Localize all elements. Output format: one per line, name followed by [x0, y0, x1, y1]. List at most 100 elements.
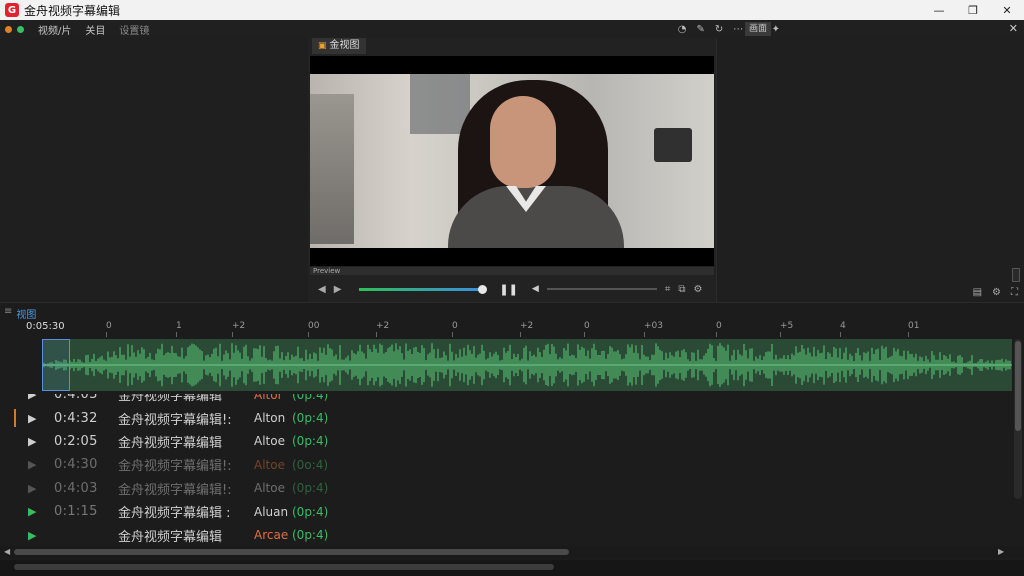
right-panel-tools: ▤ ⚙ ⛶ — [973, 287, 1018, 298]
timeline-panel: ≡ 视图 0:05:30 0 1 +2 00 +2 0 +2 0 +03 0 +5 4 01 ▶ 0:4:… — [0, 302, 1024, 576]
green-dot-icon — [17, 25, 24, 33]
caption-icon[interactable]: ▤ — [973, 287, 982, 298]
row-subtitle-text[interactable]: 金舟视频字幕编辑 : — [118, 502, 231, 521]
screenshot-icon[interactable]: ⧉ — [678, 284, 685, 295]
row-subtitle-text[interactable]: 金舟视频字幕编辑 — [118, 526, 222, 545]
scene-device — [654, 128, 692, 162]
volume-slider[interactable] — [546, 288, 657, 290]
window-titlebar: G 金舟视频字幕编辑 — ❐ ✕ — [0, 0, 1024, 20]
wand-icon[interactable]: ✦ — [772, 24, 780, 35]
row-speaker: Altoe — [254, 481, 285, 496]
more-icon[interactable]: ⋯ — [733, 24, 743, 35]
sync-icon[interactable]: ↻ — [715, 24, 723, 35]
scene-board — [410, 74, 470, 134]
ruler-tick: 0 — [106, 321, 112, 337]
prev-frame-button[interactable]: ◀ — [318, 284, 326, 295]
row-play-icon[interactable]: ▶ — [28, 458, 36, 471]
row-speaker: Arcae — [254, 528, 289, 543]
ruler-tick: 0 — [716, 321, 722, 337]
row-play-icon[interactable]: ▶ — [28, 435, 36, 448]
volume-icon[interactable]: ◀ — [532, 284, 539, 294]
row-speaker: Aluan — [254, 504, 289, 519]
ruler-tick: 4 — [840, 321, 846, 337]
settings-icon[interactable]: ⚙ — [992, 287, 1001, 298]
row-subtitle-text[interactable]: 金舟视频字幕编辑!: — [118, 455, 232, 474]
ruler-tick: +2 — [520, 321, 534, 337]
subtitle-row[interactable]: ▶ 0:4:03 金舟视频字幕编辑!: Altoe (0p:4) — [0, 477, 1010, 500]
subtitle-row[interactable]: ▶ 0:1:15 金舟视频字幕编辑 : Aluan (0p:4) — [0, 500, 1010, 523]
row-speaker: Alton — [254, 411, 286, 426]
row-play-icon[interactable]: ▶ — [28, 394, 36, 401]
row-play-icon[interactable]: ▶ — [28, 505, 36, 518]
clock-icon[interactable]: ◔ — [678, 24, 687, 35]
row-speaker: Altoe — [254, 457, 285, 472]
subtitle-row[interactable]: ▶ 金舟视频字幕编辑 Arcae (0p:4) — [0, 523, 1010, 546]
video-image — [310, 74, 714, 248]
player-tab-label: 金视图 — [329, 40, 360, 51]
ruler-tick: +03 — [644, 321, 663, 337]
ruler-tick: +2 — [376, 321, 390, 337]
window-title: 金舟视频字幕编辑 — [24, 3, 121, 18]
menu-item-settings[interactable]: 设置镜 — [119, 22, 149, 37]
row-speaker: Altoe — [254, 434, 285, 449]
progress-knob[interactable] — [477, 284, 487, 294]
menu-item-close[interactable]: 关目 — [85, 22, 105, 37]
maximize-button[interactable]: ❐ — [956, 0, 990, 20]
row-time: 0:4:03 — [54, 480, 98, 496]
video-tab-icon: ▣ — [318, 41, 327, 51]
row-time: 0:4:32 — [54, 410, 98, 426]
panel-close-icon[interactable]: ✕ — [1009, 20, 1018, 38]
horizontal-scroll-thumb[interactable] — [14, 549, 569, 555]
minimize-button[interactable]: — — [922, 0, 956, 20]
scene-shelf — [310, 94, 354, 244]
row-play-icon[interactable]: ▶ — [28, 482, 36, 495]
panel-resize-handle[interactable] — [1012, 268, 1020, 282]
row-subtitle-text[interactable]: 金舟视频字幕编辑 — [118, 394, 222, 404]
ruler-tick: 01 — [908, 321, 920, 337]
vertical-scroll-thumb[interactable] — [1015, 341, 1021, 431]
row-subtitle-text[interactable]: 金舟视频字幕编辑 — [118, 432, 222, 451]
scroll-left-icon[interactable]: ◀ — [4, 546, 10, 558]
row-time: 0:1:15 — [54, 504, 98, 520]
status-scroll-thumb[interactable] — [14, 564, 554, 570]
row-subtitle-text[interactable]: 金舟视频字幕编辑!: — [118, 479, 232, 498]
row-subtitle-text[interactable]: 金舟视频字幕编辑!: — [118, 409, 232, 428]
preview-strip[interactable]: Preview — [310, 267, 714, 275]
row-time: 0:4:03 — [54, 387, 98, 403]
pause-button[interactable]: ❚❚ — [499, 283, 517, 296]
subtitle-row[interactable]: ▶ 0:4:30 金舟视频字幕编辑!: Altoe (0o:4) — [0, 453, 1010, 476]
menu-bar: 视频/片 关目 设置镜 ◔ ✎ ↻ ⋯ ✚ ✦ 画面 ✕ — [0, 20, 1024, 38]
current-time: 0:05:30 — [26, 321, 65, 332]
row-speaker: Altor — [254, 387, 283, 402]
vertical-scrollbar[interactable] — [1014, 339, 1022, 499]
subtitle-row[interactable]: ▶ 0:4:32 金舟视频字幕编辑!: Alton (0p:4) — [0, 406, 1010, 429]
view-select[interactable]: 画面 — [745, 22, 772, 36]
video-frame[interactable] — [310, 56, 714, 266]
play-button[interactable]: ▶ — [334, 284, 342, 295]
subtitle-list: ▶ 0:4:03 金舟视频字幕编辑 Altor (0p:4) ▶ 0:4:32 金舟视频字幕编… — [0, 383, 1010, 547]
add-marker-icon[interactable]: ⌗ — [665, 284, 671, 295]
ruler-tick: 0 — [584, 321, 590, 337]
player-settings-icon[interactable]: ⚙ — [694, 284, 703, 295]
timeline-ruler[interactable]: 0:05:30 0 1 +2 00 +2 0 +2 0 +03 0 +5 4 01 — [0, 319, 1024, 337]
subtitle-row[interactable]: ▶ 0:2:05 金舟视频字幕编辑 Altoe (0p:4) — [0, 430, 1010, 453]
scene-person-face — [490, 96, 556, 188]
row-play-icon[interactable]: ▶ — [28, 529, 36, 542]
status-bar — [0, 560, 1024, 576]
player-controls: ◀ ▶ ❚❚ ◀ ⌗ ⧉ ⚙ — [310, 278, 714, 300]
ruler-tick: 1 — [176, 321, 182, 337]
progress-bar[interactable] — [359, 284, 487, 294]
edit-icon[interactable]: ✎ — [696, 24, 704, 35]
player-tab[interactable]: ▣ 金视图 — [312, 38, 366, 54]
row-duration: (0p:4) — [292, 411, 329, 426]
horizontal-scrollbar[interactable]: ◀ ▶ — [0, 546, 1024, 558]
row-play-icon[interactable]: ▶ — [28, 412, 36, 425]
row-time: 0:4:30 — [54, 457, 98, 473]
menu-item-video[interactable]: 视频/片 — [38, 22, 71, 37]
ruler-tick: +2 — [232, 321, 246, 337]
fullscreen-icon[interactable]: ⛶ — [1011, 287, 1018, 298]
scroll-right-icon[interactable]: ▶ — [998, 546, 1004, 558]
row-duration: (0p:4) — [292, 434, 329, 449]
close-button[interactable]: ✕ — [990, 0, 1024, 20]
subtitle-row[interactable]: ▶ 0:4:03 金舟视频字幕编辑 Altor (0p:4) — [0, 387, 1010, 406]
